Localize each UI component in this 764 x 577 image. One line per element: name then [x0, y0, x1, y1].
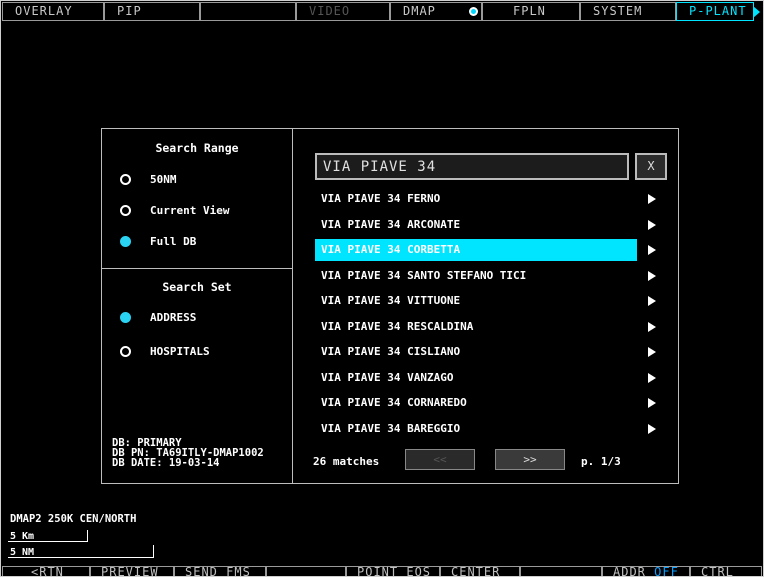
fpln-indicator-icon [469, 7, 478, 16]
tab-fpln[interactable]: FPLN [469, 2, 580, 21]
softkey-state: OFF [654, 566, 679, 577]
softkey-label: POINT EOS [357, 566, 432, 577]
softkey-preview[interactable]: PREVIEW [90, 566, 174, 577]
tab-blank[interactable] [200, 2, 296, 21]
softkey-addr-toggle[interactable]: ADDR OFF [602, 566, 690, 577]
softkey-label: <RTN [31, 566, 64, 577]
result-item[interactable]: VIA PIAVE 34 CORNAREDO [315, 392, 667, 414]
arrow-right-icon[interactable] [648, 245, 656, 255]
result-label: VIA PIAVE 34 CORNAREDO [321, 396, 467, 409]
range-option-label: Full DB [150, 235, 197, 248]
range-option-label: Current View [150, 204, 230, 217]
search-set-title: Search Set [162, 280, 232, 294]
arrow-right-icon[interactable] [648, 321, 656, 332]
result-label: VIA PIAVE 34 BAREGGIO [321, 421, 461, 435]
softkey-return[interactable]: <RTN [2, 566, 90, 577]
db-date: DB DATE: 19-03-14 [112, 457, 220, 469]
next-page-button[interactable]: >> [495, 449, 565, 470]
search-range-section: Search Range 50NM Current View Full DB [102, 129, 292, 269]
search-options-panel: Search Range 50NM Current View Full DB S… [102, 129, 293, 483]
result-label: VIA PIAVE 34 VANZAGO [321, 370, 454, 384]
scale-tick-nm [153, 545, 154, 558]
radio-off-icon [120, 174, 131, 185]
tab-p-plant[interactable]: P-PLANT [676, 2, 760, 21]
result-item[interactable]: VIA PIAVE 34 BAREGGIO [315, 418, 667, 440]
softkey-label: CENTER [451, 566, 501, 577]
search-range-title: Search Range [155, 141, 239, 155]
arrow-right-icon[interactable] [648, 219, 656, 230]
arrow-right-icon[interactable] [648, 194, 656, 204]
tab-label: SYSTEM [593, 4, 643, 18]
radio-on-icon [120, 236, 131, 247]
result-label: VIA PIAVE 34 SANTO STEFANO TICI [321, 268, 527, 282]
tab-label: DMAP [403, 4, 436, 18]
match-count: 26 matches [313, 455, 380, 468]
arrow-right-icon[interactable] [648, 423, 656, 434]
range-option-label: 50NM [150, 173, 177, 186]
prev-page-button[interactable]: << [405, 449, 475, 470]
set-option-label: HOSPITALS [150, 345, 210, 358]
softkey-label: PREVIEW [101, 566, 159, 577]
softkey-ctrl[interactable]: CTRL [690, 566, 762, 577]
result-item[interactable]: VIA PIAVE 34 VITTUONE [315, 290, 667, 312]
clear-search-button[interactable]: X [635, 153, 667, 180]
radio-on-icon [120, 312, 131, 323]
softkey-label: ADDR [613, 566, 646, 577]
result-label: VIA PIAVE 34 VITTUONE [321, 294, 461, 307]
arrow-right-icon[interactable] [648, 372, 656, 383]
result-label: VIA PIAVE 34 CISLIANO [321, 345, 461, 358]
result-item[interactable]: VIA PIAVE 34 ARCONATE [315, 214, 667, 236]
softkey-label: SEND FMS [185, 566, 251, 577]
scale-tick-km [87, 530, 88, 542]
softkey-center[interactable]: CENTER [440, 566, 520, 577]
search-results-panel: X VIA PIAVE 34 FERNO VIA PIAVE 34 ARCONA… [293, 129, 678, 483]
scale-bar-nm [8, 557, 154, 558]
result-label: VIA PIAVE 34 CORBETTA [315, 239, 637, 261]
database-info: DB: PRIMARY DB PN: TA69ITLY-DMAP1002 DB … [112, 438, 264, 469]
result-item[interactable]: VIA PIAVE 34 RESCALDINA [315, 316, 667, 338]
tab-system[interactable]: SYSTEM [580, 2, 676, 21]
arrow-right-icon[interactable] [648, 398, 656, 408]
tab-video[interactable]: VIDEO [296, 2, 390, 21]
tab-pip[interactable]: PIP [104, 2, 200, 21]
arrow-right-icon[interactable] [648, 296, 656, 306]
result-label: VIA PIAVE 34 ARCONATE [321, 217, 461, 231]
address-search-dialog: Search Range 50NM Current View Full DB S… [101, 128, 679, 484]
tab-label: VIDEO [309, 4, 351, 18]
map-mode-readout: DMAP2 250K CEN/NORTH [10, 513, 137, 525]
radio-off-icon [120, 205, 131, 216]
result-item-selected[interactable]: VIA PIAVE 34 CORBETTA [315, 239, 667, 261]
tab-label: OVERLAY [15, 4, 73, 18]
tab-overlay[interactable]: OVERLAY [2, 2, 104, 21]
result-label: VIA PIAVE 34 RESCALDINA [321, 319, 474, 333]
scale-bar-km [8, 541, 88, 542]
search-input[interactable] [315, 153, 629, 180]
softkey-point-eos[interactable]: POINT EOS [346, 566, 440, 577]
tab-label: PIP [117, 4, 142, 18]
result-item[interactable]: VIA PIAVE 34 FERNO [315, 188, 667, 210]
result-label: VIA PIAVE 34 FERNO [321, 192, 441, 205]
page-indicator: p. 1/3 [581, 455, 621, 468]
result-item[interactable]: VIA PIAVE 34 CISLIANO [315, 341, 667, 363]
result-item[interactable]: VIA PIAVE 34 SANTO STEFANO TICI [315, 265, 667, 287]
tab-label: FPLN [513, 4, 546, 18]
radio-off-icon [120, 346, 131, 357]
tab-label: P-PLANT [689, 4, 747, 18]
arrow-right-icon[interactable] [648, 270, 656, 281]
top-tab-bar: OVERLAY PIP VIDEO DMAP FPLN SYSTEM P-PLA… [2, 2, 762, 22]
softkey-blank[interactable] [266, 566, 346, 577]
arrow-right-icon[interactable] [648, 347, 656, 357]
softkey-blank-2[interactable] [520, 566, 602, 577]
result-item[interactable]: VIA PIAVE 34 VANZAGO [315, 367, 667, 389]
softkey-label: CTRL [701, 566, 734, 577]
set-option-label: ADDRESS [150, 311, 197, 324]
softkey-bar: <RTN PREVIEW SEND FMS POINT EOS CENTER A… [2, 566, 762, 577]
softkey-send-fms[interactable]: SEND FMS [174, 566, 266, 577]
